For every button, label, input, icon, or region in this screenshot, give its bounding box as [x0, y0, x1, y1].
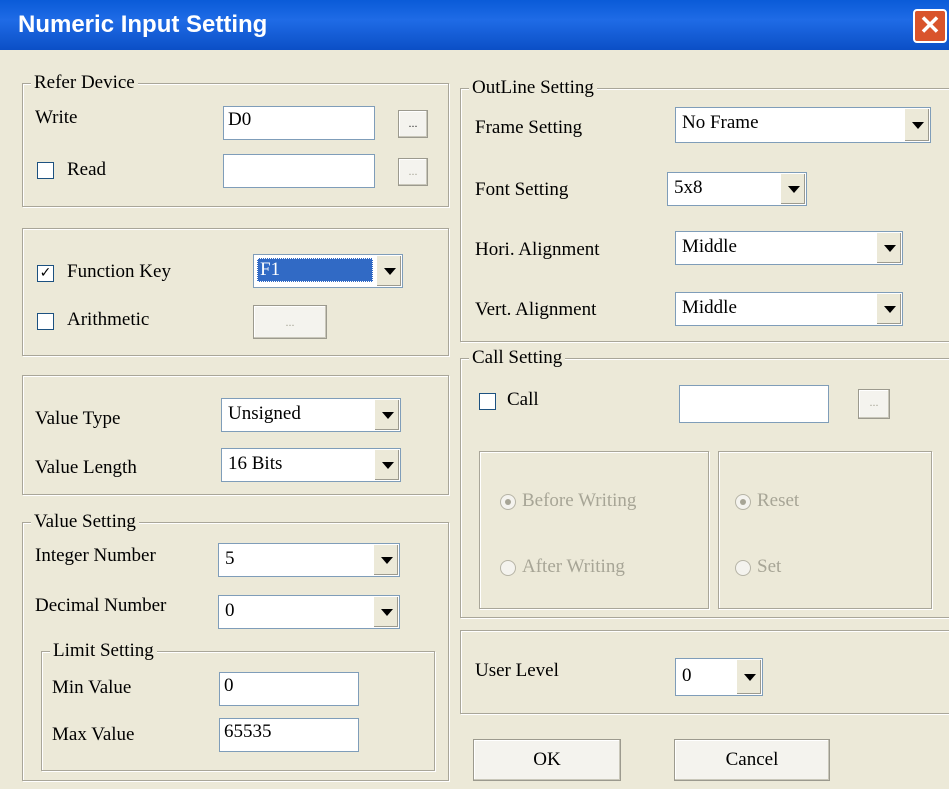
hori-alignment-label: Hori. Alignment — [475, 239, 600, 260]
call-input[interactable] — [679, 385, 829, 423]
integer-number-value: 5 — [225, 548, 235, 569]
read-checkbox[interactable] — [37, 162, 54, 179]
chevron-down-icon[interactable] — [374, 450, 399, 480]
min-value-input[interactable]: 0 — [219, 672, 359, 706]
call-browse-button[interactable]: ... — [858, 389, 890, 419]
close-icon: ✕ — [919, 10, 941, 40]
arithmetic-checkbox[interactable] — [37, 313, 54, 330]
integer-number-select[interactable]: 5 — [218, 543, 400, 577]
chevron-down-icon[interactable] — [374, 400, 399, 430]
decimal-number-value: 0 — [225, 600, 235, 621]
value-setting-legend: Value Setting — [31, 511, 139, 533]
call-setting-legend: Call Setting — [469, 347, 566, 369]
chevron-down-icon[interactable] — [736, 660, 761, 694]
write-device-input[interactable]: D0 — [223, 106, 375, 140]
reset-label: Reset — [757, 490, 800, 511]
frame-setting-label: Frame Setting — [475, 117, 583, 138]
value-type-value: Unsigned — [228, 403, 301, 424]
value-type-select[interactable]: Unsigned — [221, 398, 401, 432]
decimal-number-select[interactable]: 0 — [218, 595, 400, 629]
read-browse-button[interactable]: ... — [398, 158, 428, 186]
call-label: Call — [507, 389, 539, 410]
value-length-select[interactable]: 16 Bits — [221, 448, 401, 482]
vert-alignment-label: Vert. Alignment — [475, 299, 597, 320]
outline-setting-group: OutLine Setting Frame Setting No Frame F… — [460, 77, 949, 342]
limit-setting-group: Limit Setting Min Value 0 Max Value 6553… — [41, 640, 435, 771]
close-button[interactable]: ✕ — [913, 9, 947, 43]
call-setting-group: Call Setting Call ... Before Writing Aft… — [460, 347, 949, 618]
refer-device-legend: Refer Device — [31, 72, 138, 94]
dialog-body: Refer Device Write D0 ... Read ... ✓ Fun… — [0, 50, 949, 789]
before-writing-label: Before Writing — [522, 490, 637, 511]
function-key-label: Function Key — [67, 261, 171, 282]
function-key-group: ✓ Function Key F1 Arithmetic ... — [22, 228, 449, 356]
outline-setting-legend: OutLine Setting — [469, 77, 597, 99]
user-level-group: User Level 0 — [460, 630, 949, 714]
value-length-value: 16 Bits — [228, 453, 283, 474]
function-key-checkbox[interactable]: ✓ — [37, 265, 54, 282]
arithmetic-button[interactable]: ... — [253, 305, 327, 339]
value-setting-group: Value Setting Integer Number 5 Decimal N… — [22, 511, 449, 781]
set-label: Set — [757, 556, 782, 577]
read-device-input[interactable] — [223, 154, 375, 188]
value-length-label: Value Length — [35, 457, 137, 478]
call-checkbox[interactable] — [479, 393, 496, 410]
read-label: Read — [67, 159, 107, 180]
hori-alignment-value: Middle — [682, 236, 737, 257]
refer-device-group: Refer Device Write D0 ... Read ... — [22, 72, 449, 207]
ok-button[interactable]: OK — [473, 739, 621, 781]
max-value-label: Max Value — [52, 724, 135, 745]
set-radio[interactable] — [735, 560, 751, 576]
title-bar: Numeric Input Setting ✕ — [0, 0, 949, 50]
value-type-group: Value Type Unsigned Value Length 16 Bits — [22, 375, 449, 495]
chevron-down-icon[interactable] — [876, 294, 901, 324]
after-writing-radio[interactable] — [500, 560, 516, 576]
chevron-down-icon[interactable] — [376, 256, 401, 286]
window-title: Numeric Input Setting — [18, 11, 268, 38]
frame-setting-value: No Frame — [682, 112, 759, 133]
chevron-down-icon[interactable] — [373, 597, 398, 627]
cancel-button[interactable]: Cancel — [674, 739, 830, 781]
font-setting-value: 5x8 — [674, 177, 703, 198]
user-level-label: User Level — [475, 660, 559, 681]
vert-alignment-value: Middle — [682, 297, 737, 318]
before-writing-radio[interactable] — [500, 494, 516, 510]
after-writing-label: After Writing — [522, 556, 625, 577]
function-key-select[interactable]: F1 — [253, 254, 403, 288]
writing-timing-group: Before Writing After Writing — [479, 451, 709, 609]
min-value-label: Min Value — [52, 677, 132, 698]
max-value-input[interactable]: 65535 — [219, 718, 359, 752]
chevron-down-icon[interactable] — [780, 174, 805, 204]
value-type-label: Value Type — [35, 408, 121, 429]
font-setting-select[interactable]: 5x8 — [667, 172, 807, 206]
arithmetic-label: Arithmetic — [67, 309, 150, 330]
integer-number-label: Integer Number — [35, 545, 156, 566]
reset-set-group: Reset Set — [718, 451, 932, 609]
write-label: Write — [35, 107, 78, 128]
chevron-down-icon[interactable] — [876, 233, 901, 263]
decimal-number-label: Decimal Number — [35, 595, 167, 616]
hori-alignment-select[interactable]: Middle — [675, 231, 903, 265]
user-level-select[interactable]: 0 — [675, 658, 763, 696]
reset-radio[interactable] — [735, 494, 751, 510]
limit-setting-legend: Limit Setting — [50, 640, 157, 662]
user-level-value: 0 — [682, 665, 692, 686]
chevron-down-icon[interactable] — [373, 545, 398, 575]
function-key-value: F1 — [257, 258, 373, 282]
frame-setting-select[interactable]: No Frame — [675, 107, 931, 143]
vert-alignment-select[interactable]: Middle — [675, 292, 903, 326]
chevron-down-icon[interactable] — [904, 109, 929, 141]
write-browse-button[interactable]: ... — [398, 110, 428, 138]
font-setting-label: Font Setting — [475, 179, 569, 200]
